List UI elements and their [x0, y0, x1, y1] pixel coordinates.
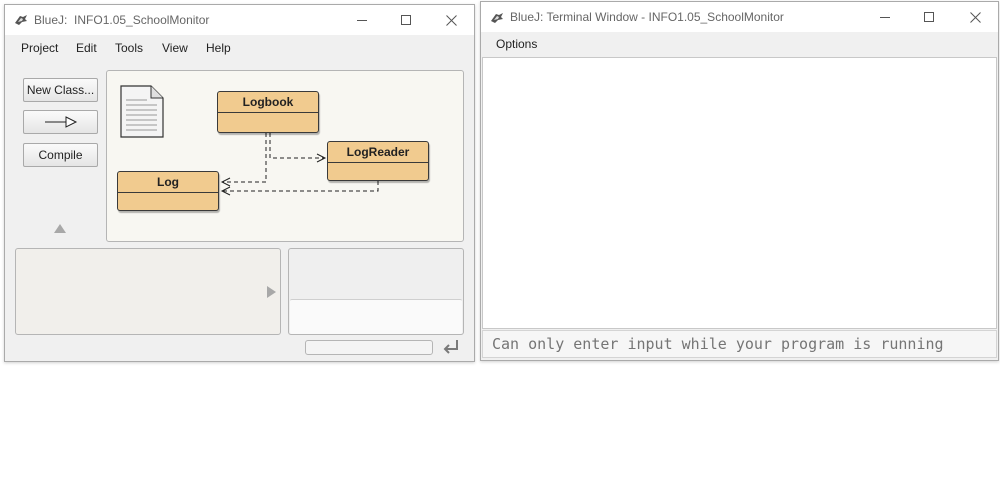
- maximize-icon: [924, 12, 934, 22]
- menu-tools[interactable]: Tools: [115, 41, 143, 55]
- close-icon: [969, 11, 981, 23]
- terminal-window-title: BlueJ: Terminal Window - INFO1.05_School…: [510, 10, 784, 24]
- class-diagram-panel[interactable]: Logbook LogReader Log: [106, 70, 464, 242]
- menu-help[interactable]: Help: [206, 41, 231, 55]
- terminal-minimize-button[interactable]: [862, 2, 908, 32]
- vm-progress-bar: [305, 340, 433, 355]
- terminal-menubar: Options: [481, 31, 998, 57]
- bluej-main-window: BlueJ: INFO1.05_SchoolMonitor Project Ed…: [4, 4, 475, 362]
- main-close-button[interactable]: [428, 5, 474, 35]
- main-titlebar[interactable]: BlueJ: INFO1.05_SchoolMonitor: [5, 5, 474, 35]
- terminal-titlebar[interactable]: BlueJ: Terminal Window - INFO1.05_School…: [481, 2, 998, 32]
- inheritance-arrow-icon: [44, 116, 77, 128]
- triangle-up-icon[interactable]: [54, 224, 66, 233]
- terminal-input-field[interactable]: [482, 330, 997, 358]
- code-pad: [288, 248, 464, 335]
- class-logbook-label: Logbook: [218, 93, 318, 113]
- main-maximize-button[interactable]: [383, 5, 429, 35]
- menu-project[interactable]: Project: [21, 41, 58, 55]
- minimize-icon: [880, 17, 890, 18]
- bluej-bird-icon: [15, 15, 27, 25]
- code-pad-input[interactable]: [290, 299, 462, 334]
- terminal-output-area[interactable]: [482, 57, 997, 329]
- menu-edit[interactable]: Edit: [76, 41, 97, 55]
- triangle-right-icon[interactable]: [267, 286, 276, 298]
- menu-options[interactable]: Options: [496, 37, 537, 51]
- main-window-title: BlueJ: INFO1.05_SchoolMonitor: [34, 13, 210, 27]
- main-minimize-button[interactable]: [339, 5, 385, 35]
- class-logbook[interactable]: Logbook: [217, 91, 319, 133]
- class-log-label: Log: [118, 173, 218, 193]
- terminal-close-button[interactable]: [952, 2, 998, 32]
- class-logreader-label: LogReader: [328, 143, 428, 163]
- class-logreader[interactable]: LogReader: [327, 141, 429, 181]
- menu-view[interactable]: View: [162, 41, 188, 55]
- minimize-icon: [357, 20, 367, 21]
- inheritance-arrow-button[interactable]: [23, 110, 98, 134]
- close-icon: [445, 14, 457, 26]
- terminal-maximize-button[interactable]: [906, 2, 952, 32]
- object-bench[interactable]: [15, 248, 281, 335]
- class-log[interactable]: Log: [117, 171, 219, 211]
- new-class-button[interactable]: New Class...: [23, 78, 98, 102]
- return-arrow-icon[interactable]: [442, 339, 460, 355]
- terminal-window: BlueJ: Terminal Window - INFO1.05_School…: [480, 1, 999, 361]
- main-menubar: Project Edit Tools View Help: [5, 35, 474, 61]
- compile-button[interactable]: Compile: [23, 143, 98, 167]
- bluej-bird-icon: [491, 13, 503, 23]
- maximize-icon: [401, 15, 411, 25]
